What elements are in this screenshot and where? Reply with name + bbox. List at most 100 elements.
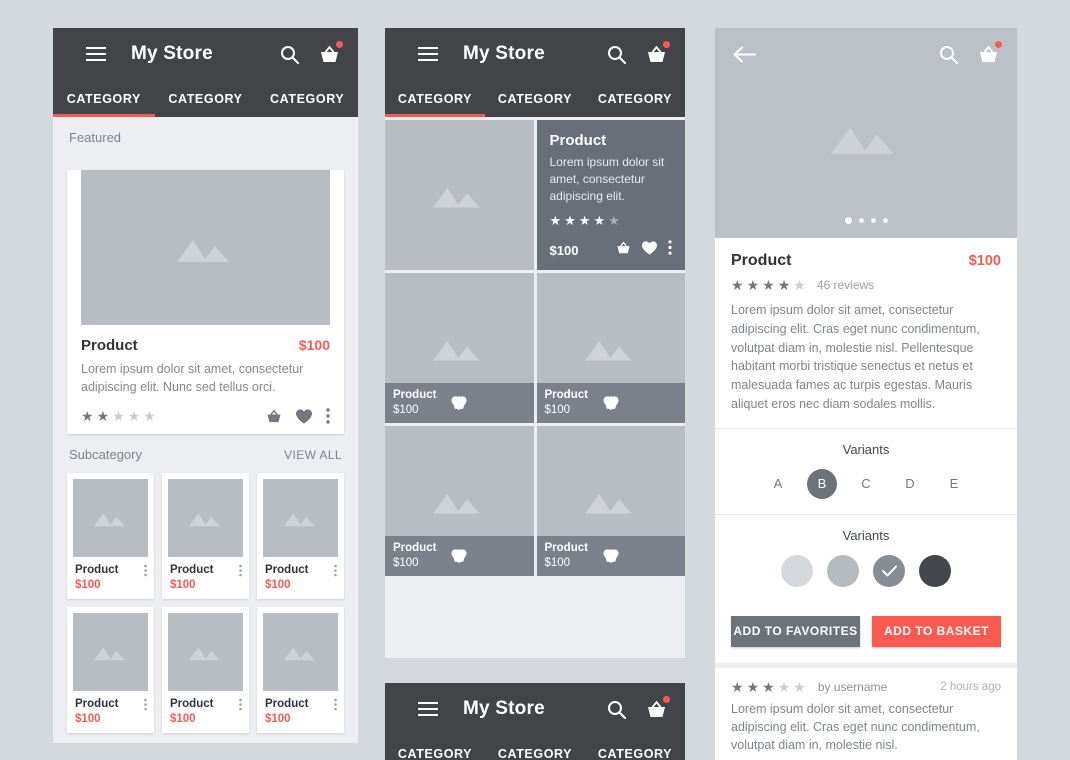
product-price: $100 bbox=[968, 253, 1001, 269]
variant-option-e[interactable]: E bbox=[939, 469, 969, 499]
search-icon[interactable] bbox=[276, 41, 302, 67]
star-icon: ★ bbox=[608, 213, 620, 229]
color-swatch-2[interactable] bbox=[827, 554, 859, 587]
color-swatch-4[interactable] bbox=[919, 554, 951, 587]
product-name: Product bbox=[393, 542, 437, 554]
tab-category-3[interactable]: CATEGORY bbox=[585, 80, 685, 117]
product-image-placeholder bbox=[263, 613, 338, 692]
tab-label: CATEGORY bbox=[397, 91, 473, 106]
variant-option-c[interactable]: C bbox=[851, 469, 881, 499]
star-icon: ★ bbox=[112, 408, 125, 425]
product-image-placeholder[interactable] bbox=[385, 120, 534, 270]
carousel-dot[interactable] bbox=[882, 218, 888, 223]
variant-option-d[interactable]: D bbox=[895, 469, 925, 499]
carousel-dot[interactable] bbox=[870, 218, 876, 223]
product-tile[interactable]: Product $100 bbox=[385, 426, 534, 576]
product-image-placeholder bbox=[168, 613, 243, 692]
product-hero-image bbox=[715, 28, 1017, 238]
product-info-panel: Product $100 ★ ★ ★ ★ ★ 46 reviews Lorem ipsu… bbox=[715, 238, 1017, 428]
product-name: Product bbox=[170, 564, 214, 577]
tab-category-1[interactable]: CATEGORY bbox=[385, 735, 485, 760]
star-icon: ★ bbox=[593, 213, 606, 229]
color-swatch-3[interactable] bbox=[873, 554, 905, 587]
tab-category-1[interactable]: CATEGORY bbox=[53, 80, 155, 117]
basket-icon[interactable] bbox=[616, 241, 631, 259]
heart-icon[interactable] bbox=[296, 409, 312, 424]
more-vertical-icon[interactable] bbox=[239, 698, 242, 716]
check-icon bbox=[881, 565, 897, 576]
more-vertical-icon[interactable] bbox=[144, 698, 147, 716]
variant-color-options bbox=[715, 554, 1017, 587]
basket-icon[interactable] bbox=[975, 41, 1002, 67]
variant-option-b[interactable]: B bbox=[807, 468, 837, 499]
product-tile[interactable]: Product $100 bbox=[385, 273, 534, 423]
search-icon[interactable] bbox=[603, 696, 629, 722]
view-all-button[interactable]: VIEW ALL bbox=[284, 448, 342, 462]
reviews-list: ★ ★ ★ ★ ★ by username 2 hours ago Lorem ipsu… bbox=[715, 668, 1017, 760]
product-tile[interactable]: Product $100 bbox=[162, 607, 249, 734]
basket-icon[interactable] bbox=[266, 409, 282, 423]
tab-category-2[interactable]: CATEGORY bbox=[485, 80, 585, 117]
star-icon: ★ bbox=[127, 408, 141, 425]
hamburger-menu-icon[interactable] bbox=[83, 41, 109, 67]
tab-label: CATEGORY bbox=[270, 91, 345, 106]
product-tile[interactable]: Product $100 bbox=[536, 273, 685, 423]
tab-category-1[interactable]: CATEGORY bbox=[385, 80, 485, 117]
add-to-basket-button[interactable]: ADD TO BASKET bbox=[872, 615, 1001, 647]
carousel-dot[interactable] bbox=[858, 218, 864, 223]
product-price: $100 bbox=[75, 713, 101, 726]
tab-category-2[interactable]: CATEGORY bbox=[155, 80, 257, 117]
more-vertical-icon[interactable] bbox=[668, 240, 672, 260]
hamburger-menu-icon[interactable] bbox=[415, 41, 441, 67]
arrow-left-icon[interactable] bbox=[731, 41, 757, 67]
grid-row-3: Product $100 Product $100 bbox=[385, 426, 685, 576]
carousel-dots[interactable] bbox=[715, 217, 1017, 224]
variant-option-a[interactable]: A bbox=[763, 469, 793, 499]
basket-icon[interactable] bbox=[316, 41, 343, 67]
product-price: $100 bbox=[75, 579, 101, 592]
basket-icon[interactable] bbox=[643, 696, 670, 722]
product-name: Product bbox=[393, 389, 437, 401]
screen-grid: My Store CATEGORY CATEGORY CATEGORY Prod… bbox=[385, 28, 685, 658]
color-swatch-1[interactable] bbox=[781, 554, 813, 587]
product-name: Product bbox=[265, 564, 309, 577]
more-vertical-icon[interactable] bbox=[334, 564, 337, 582]
tab-label: CATEGORY bbox=[597, 746, 673, 760]
product-tile[interactable]: Product $100 bbox=[536, 426, 685, 576]
product-price: $100 bbox=[265, 579, 291, 592]
product-price: $100 bbox=[393, 404, 419, 416]
star-icon: ★ bbox=[793, 277, 806, 293]
highlight-product-card[interactable]: Product Lorem ipsum dolor sit amet, cons… bbox=[536, 120, 685, 270]
search-icon[interactable] bbox=[935, 41, 961, 67]
more-vertical-icon[interactable] bbox=[326, 408, 330, 424]
rating-stars: ★ ★ ★ ★ ★ bbox=[550, 214, 673, 227]
product-name: Product bbox=[544, 542, 588, 554]
product-tile[interactable]: Product $100 bbox=[257, 607, 344, 734]
more-vertical-icon[interactable] bbox=[144, 564, 147, 582]
product-name: Product bbox=[75, 564, 119, 577]
product-tile[interactable]: Product $100 bbox=[257, 473, 344, 600]
star-icon: ★ bbox=[96, 408, 110, 425]
featured-product-card[interactable]: Product $100 Lorem ipsum dolor sit amet,… bbox=[67, 170, 344, 435]
tab-label: CATEGORY bbox=[497, 91, 573, 106]
more-vertical-icon[interactable] bbox=[239, 564, 242, 582]
product-description: Lorem ipsum dolor sit amet, consectetur … bbox=[81, 362, 304, 395]
product-tile[interactable]: Product $100 bbox=[67, 473, 154, 600]
product-name: Product bbox=[75, 698, 119, 711]
heart-icon[interactable] bbox=[642, 240, 657, 260]
search-icon[interactable] bbox=[603, 41, 629, 67]
product-tile[interactable]: Product $100 bbox=[67, 607, 154, 734]
product-tile[interactable]: Product $100 bbox=[162, 473, 249, 600]
review-time: 2 hours ago bbox=[940, 680, 1001, 693]
more-vertical-icon[interactable] bbox=[334, 698, 337, 716]
product-image-placeholder bbox=[263, 479, 338, 558]
star-icon: ★ bbox=[746, 277, 760, 293]
basket-icon[interactable] bbox=[643, 41, 670, 67]
carousel-dot[interactable] bbox=[844, 217, 852, 224]
tab-category-3[interactable]: CATEGORY bbox=[585, 735, 685, 760]
tab-category-2[interactable]: CATEGORY bbox=[485, 735, 585, 760]
browse-toolbar: My Store CATEGORY CATEGORY CATEGORY bbox=[53, 28, 358, 117]
tab-category-3[interactable]: CATEGORY bbox=[256, 80, 358, 117]
add-to-favorites-button[interactable]: ADD TO FAVORITES bbox=[731, 615, 860, 647]
hamburger-menu-icon[interactable] bbox=[415, 696, 441, 722]
